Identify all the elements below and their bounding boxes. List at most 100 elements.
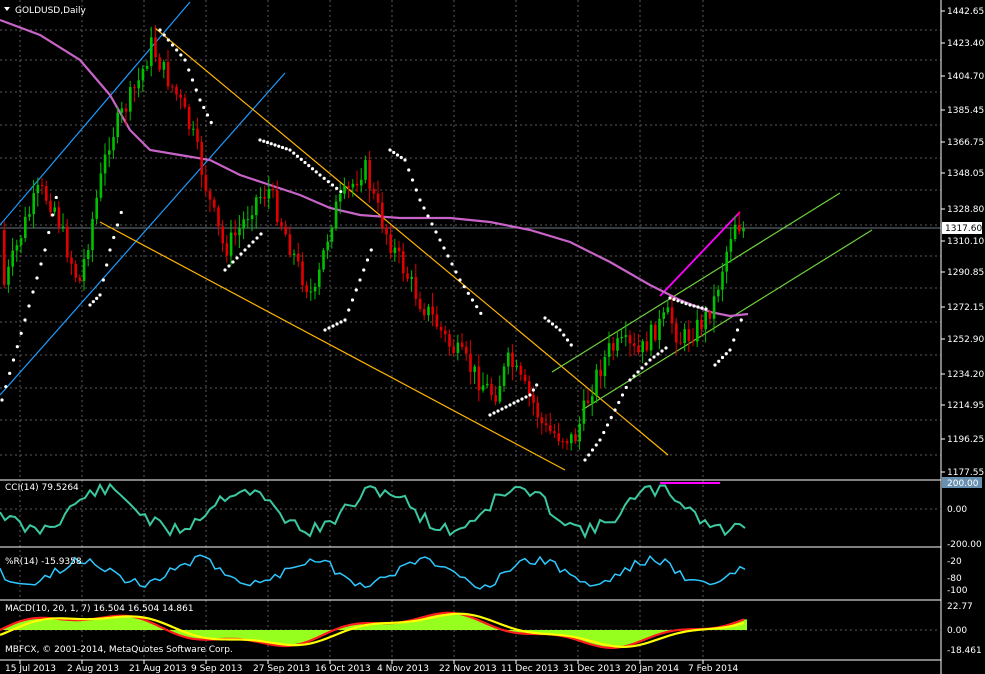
candle-body	[32, 193, 35, 215]
sar-dot	[354, 288, 358, 292]
sar-dot	[660, 349, 664, 353]
candle-body	[179, 94, 182, 98]
macd-histogram-bar	[30, 618, 33, 630]
candle-body	[259, 197, 262, 199]
macd-histogram-bar	[627, 630, 630, 646]
candle-body	[309, 291, 313, 293]
sar-dot	[528, 393, 532, 397]
sar-dot	[488, 413, 492, 417]
sar-dot	[672, 297, 676, 301]
sar-dot	[115, 223, 120, 227]
sar-dot	[8, 371, 12, 375]
current-price-label: 1317.60	[945, 224, 982, 234]
date-tick-label: 2 Aug 2013	[67, 664, 119, 674]
macd-histogram-bar	[291, 630, 294, 646]
trend-channels[interactable]	[0, 1, 873, 471]
sar-dot	[492, 411, 496, 415]
sar-dot	[500, 407, 504, 411]
price-chart[interactable]: 200.00 0.00 -200.00 -20 -80 -100 22.77 0.00 -18.…	[0, 0, 985, 674]
price-tick-label: 1442.65	[947, 7, 984, 17]
candle-body	[418, 298, 422, 310]
candle-body	[221, 226, 224, 244]
macd-histogram-bar	[630, 630, 633, 645]
candle-body	[208, 191, 212, 200]
candle-body	[87, 250, 90, 260]
sar-dot	[322, 176, 326, 180]
cci-level-label: 200.00	[947, 479, 979, 489]
candle-body	[355, 183, 359, 186]
candle-body	[540, 417, 544, 424]
cci-level-label: 0.00	[947, 505, 967, 515]
macd-histogram-bar	[465, 615, 468, 630]
chart-grid	[0, 0, 941, 660]
candle-body	[11, 250, 14, 267]
sar-dot	[531, 388, 535, 392]
candle-body	[444, 330, 447, 335]
sar-dot	[231, 260, 235, 264]
dropdown-triangle-icon[interactable]	[4, 7, 10, 11]
macd-histogram-bar	[297, 630, 300, 645]
candle-body	[439, 326, 443, 331]
sar-dot	[434, 230, 438, 234]
macd-histogram-bar	[60, 619, 63, 630]
candle-body	[187, 106, 191, 129]
macd-histogram-bar	[300, 630, 303, 645]
sar-dot	[292, 151, 296, 155]
sar-dot	[247, 244, 251, 248]
candle-body	[637, 345, 640, 353]
macd-histogram-bar	[744, 619, 747, 630]
sar-dot	[239, 252, 243, 256]
sar-dot	[520, 397, 524, 401]
sar-dot	[739, 318, 743, 322]
candle-body	[385, 227, 388, 235]
price-tick-label: 1196.25	[947, 435, 984, 445]
sar-dot	[410, 178, 415, 182]
price-tick-label: 1385.45	[947, 106, 984, 116]
candle-body	[708, 311, 712, 319]
sar-dot	[269, 142, 273, 146]
macd-histogram-bar	[240, 630, 243, 640]
candle-body	[129, 87, 132, 112]
candle-body	[234, 232, 237, 236]
candle-body	[607, 343, 611, 357]
macd-histogram-bar	[87, 619, 90, 630]
candle-body	[263, 197, 266, 199]
sar-dot	[458, 278, 462, 282]
sar-dot	[704, 307, 708, 311]
price-tick-label: 1348.05	[947, 169, 984, 179]
candle-body	[465, 346, 468, 354]
sar-dot	[105, 263, 109, 267]
sar-dot	[450, 262, 454, 266]
sar-dot	[605, 423, 610, 427]
sar-dot	[535, 383, 539, 387]
price-axis: 1442.65 1423.40 1404.70 1385.45 1366.75 1348.…	[941, 7, 984, 478]
cci-line	[0, 482, 746, 540]
sar-dot	[91, 300, 95, 304]
macd-histogram-bar	[231, 630, 234, 639]
sar-dot	[668, 296, 672, 300]
orange-channel-lower-line	[99, 221, 566, 471]
candle-body	[271, 189, 275, 191]
macd-histogram-bar	[75, 620, 78, 630]
sar-dot	[175, 48, 179, 52]
macd-histogram-bar	[621, 630, 624, 648]
date-tick-label: 11 Dec 2013	[501, 664, 559, 674]
candle-body	[645, 341, 649, 351]
candle-body	[49, 200, 52, 212]
ma-line	[0, 18, 749, 318]
candle-body	[490, 383, 493, 396]
sar-dot	[47, 230, 51, 235]
sar-dot	[594, 443, 598, 447]
candle-body	[507, 352, 510, 367]
date-tick-label: 16 Oct 2013	[315, 664, 371, 674]
candle-body	[292, 253, 296, 256]
sar-dot	[558, 328, 562, 332]
candle-body	[213, 199, 216, 208]
sar-dot	[235, 256, 239, 260]
candle-body	[347, 186, 350, 188]
candle-body	[670, 307, 674, 324]
sar-dot	[158, 28, 162, 32]
sar-dot	[369, 248, 373, 252]
candle-body	[498, 385, 502, 402]
wpr-level-label: -80	[947, 574, 962, 584]
